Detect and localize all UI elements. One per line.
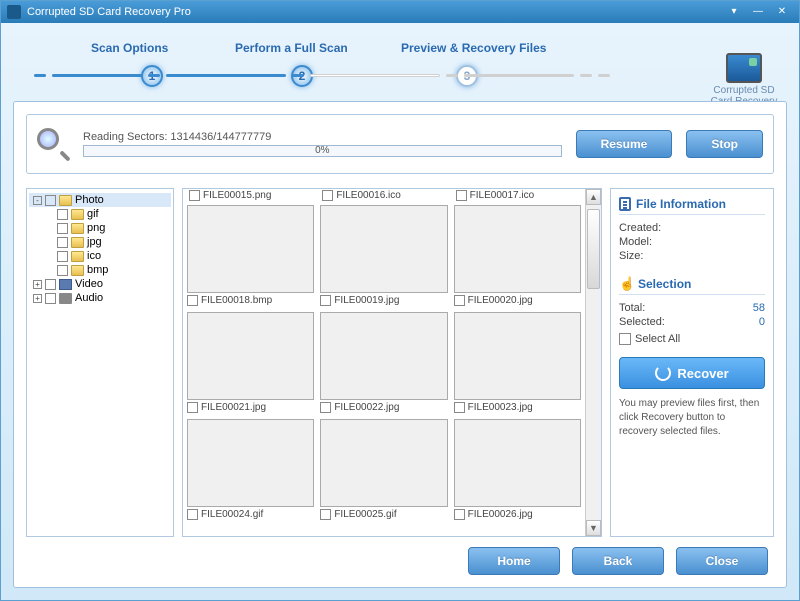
thumbnail-item[interactable]: FILE00026.jpg xyxy=(454,419,581,522)
file-info-heading: File Information xyxy=(619,197,765,215)
progress-percent: 0% xyxy=(315,145,329,156)
wizard-steps: Scan Options Perform a Full Scan Preview… xyxy=(1,23,799,83)
thumbnail-checkbox[interactable] xyxy=(187,402,198,413)
minimize-button[interactable]: — xyxy=(747,5,769,19)
recovery-tip: You may preview files first, then click … xyxy=(619,397,765,439)
scroll-thumb[interactable] xyxy=(587,209,600,289)
close-window-button[interactable]: ✕ xyxy=(771,5,793,19)
selection-heading: ☝Selection xyxy=(619,277,765,295)
thumbnail-filename: FILE00026.jpg xyxy=(468,509,533,520)
total-label: Total: xyxy=(619,302,645,314)
select-all-checkbox[interactable]: Select All xyxy=(619,329,765,349)
tree-item-photo[interactable]: -Photo xyxy=(29,193,171,207)
thumbnail-item[interactable]: FILE00018.bmp xyxy=(187,205,314,308)
step-3-label: Preview & Recovery Files xyxy=(401,41,546,55)
thumbnail-checkbox[interactable] xyxy=(320,509,331,520)
thumbnail-item[interactable]: FILE00023.jpg xyxy=(454,312,581,415)
main-panel: Reading Sectors: 1314436/144777779 0% Re… xyxy=(13,101,787,588)
thumbnail-filename: FILE00019.jpg xyxy=(334,295,399,306)
tree-item-audio[interactable]: +Audio xyxy=(29,291,171,305)
info-panel: File Information Created: Model: Size: ☝… xyxy=(610,188,774,537)
thumbnail-filename: FILE00022.jpg xyxy=(334,402,399,413)
app-title: Corrupted SD Card Recovery Pro xyxy=(27,6,191,18)
thumbnail-item[interactable]: FILE00021.jpg xyxy=(187,312,314,415)
thumbnail-checkbox[interactable] xyxy=(320,402,331,413)
scan-status-bar: Reading Sectors: 1314436/144777779 0% Re… xyxy=(26,114,774,174)
thumbnail-image[interactable] xyxy=(187,419,314,507)
file-type-tree[interactable]: -Photo gif png jpg ico bmp +Video +Audio xyxy=(26,188,174,537)
home-button[interactable]: Home xyxy=(468,547,560,575)
thumbnail-image[interactable] xyxy=(320,312,447,400)
tree-item-bmp[interactable]: bmp xyxy=(29,263,171,277)
thumbnail-image[interactable] xyxy=(454,312,581,400)
size-label: Size: xyxy=(619,250,643,262)
thumbnail-filename: FILE00024.gif xyxy=(201,509,263,520)
stop-button[interactable]: Stop xyxy=(686,130,763,158)
selected-label: Selected: xyxy=(619,316,665,328)
thumbnail-item[interactable]: FILE00019.jpg xyxy=(320,205,447,308)
thumbnail-panel: FILE00015.png FILE00016.ico FILE00017.ic… xyxy=(182,188,602,537)
hand-icon: ☝ xyxy=(619,277,633,291)
thumbnail-image[interactable] xyxy=(320,419,447,507)
selected-value: 0 xyxy=(759,316,765,328)
thumbnail-checkbox[interactable] xyxy=(187,509,198,520)
step-1-label: Scan Options xyxy=(91,41,168,55)
thumbnail-item[interactable]: FILE00022.jpg xyxy=(320,312,447,415)
created-label: Created: xyxy=(619,222,661,234)
magnifier-icon xyxy=(37,128,69,160)
tree-item-gif[interactable]: gif xyxy=(29,207,171,221)
thumbnail-filename: FILE00021.jpg xyxy=(201,402,266,413)
document-icon xyxy=(619,197,631,211)
thumbnail-filename: FILE00025.gif xyxy=(334,509,396,520)
thumbnail-item[interactable]: FILE00020.jpg xyxy=(454,205,581,308)
recover-button[interactable]: Recover xyxy=(619,357,765,389)
thumbnail-filename: FILE00023.jpg xyxy=(468,402,533,413)
footer-buttons: Home Back Close xyxy=(468,547,768,575)
resume-button[interactable]: Resume xyxy=(576,130,673,158)
model-label: Model: xyxy=(619,236,652,248)
tree-item-video[interactable]: +Video xyxy=(29,277,171,291)
progress-bar: 0% xyxy=(83,145,562,157)
scroll-down-button[interactable]: ▼ xyxy=(586,520,601,536)
thumbnail-item[interactable]: FILE00024.gif xyxy=(187,419,314,522)
thumbnail-filename: FILE00018.bmp xyxy=(201,295,272,306)
titlebar: Corrupted SD Card Recovery Pro ▾ — ✕ xyxy=(1,1,799,23)
thumbnail-checkbox[interactable] xyxy=(454,295,465,306)
thumbnail-image[interactable] xyxy=(187,205,314,293)
thumbnail-checkbox[interactable] xyxy=(187,295,198,306)
thumbnail-checkbox[interactable] xyxy=(454,509,465,520)
thumbnail-checkbox[interactable] xyxy=(320,295,331,306)
tree-item-jpg[interactable]: jpg xyxy=(29,235,171,249)
step-2-label: Perform a Full Scan xyxy=(235,41,348,55)
product-logo: Corrupted SD Card Recovery xyxy=(709,53,779,107)
refresh-icon xyxy=(655,365,671,381)
app-icon xyxy=(7,5,21,19)
reading-sectors-text: Reading Sectors: 1314436/144777779 xyxy=(83,131,562,143)
total-value: 58 xyxy=(753,302,765,314)
thumbnail-filename: FILE00020.jpg xyxy=(468,295,533,306)
thumbnail-image[interactable] xyxy=(187,312,314,400)
back-button[interactable]: Back xyxy=(572,547,664,575)
thumbnail-image[interactable] xyxy=(320,205,447,293)
thumbnail-image[interactable] xyxy=(454,205,581,293)
thumbnail-checkbox[interactable] xyxy=(454,402,465,413)
partial-row: FILE00015.png FILE00016.ico FILE00017.ic… xyxy=(187,189,581,201)
scrollbar-vertical[interactable]: ▲ ▼ xyxy=(585,189,601,536)
thumbnail-item[interactable]: FILE00025.gif xyxy=(320,419,447,522)
dropdown-button[interactable]: ▾ xyxy=(723,5,745,19)
tree-item-ico[interactable]: ico xyxy=(29,249,171,263)
thumbnail-image[interactable] xyxy=(454,419,581,507)
close-button[interactable]: Close xyxy=(676,547,768,575)
scroll-up-button[interactable]: ▲ xyxy=(586,189,601,205)
tree-item-png[interactable]: png xyxy=(29,221,171,235)
